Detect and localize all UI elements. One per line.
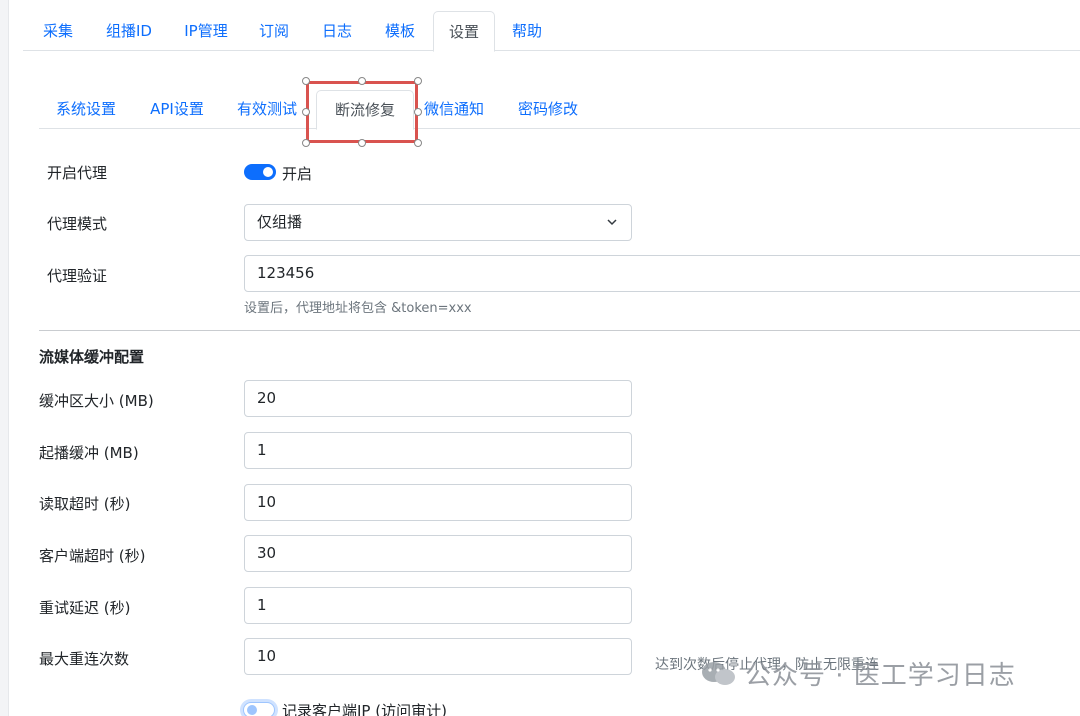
tab-password-change[interactable]: 密码修改 [515, 90, 581, 129]
max-retry-input[interactable]: 10 [244, 638, 632, 675]
start-buffer-label: 起播缓冲 (MB) [39, 444, 139, 462]
proxy-enable-state: 开启 [282, 165, 313, 183]
buffer-size-input[interactable]: 20 [244, 380, 632, 417]
tab-api-settings[interactable]: API设置 [147, 90, 207, 129]
proxy-mode-label: 代理模式 [47, 215, 108, 233]
audit-label: 记录客户端IP (访问审计) [282, 702, 447, 716]
settings-page: 采集 组播ID IP管理 订阅 日志 模板 设置 帮助 系统设置 API设置 有… [8, 0, 1080, 716]
tab-help[interactable]: 帮助 [510, 11, 544, 51]
tab-log[interactable]: 日志 [320, 11, 354, 51]
tab-settings[interactable]: 设置 [433, 11, 495, 52]
buffer-section-title: 流媒体缓冲配置 [39, 348, 145, 366]
client-timeout-label: 客户端超时 (秒) [39, 547, 146, 565]
proxy-auth-label: 代理验证 [47, 267, 108, 285]
resize-handle[interactable] [302, 108, 310, 116]
buffer-size-label: 缓冲区大小 (MB) [39, 392, 154, 410]
proxy-auth-input[interactable]: 123456 [244, 255, 1080, 292]
tab-validity-test[interactable]: 有效测试 [235, 90, 299, 129]
proxy-mode-select[interactable]: 仅组播 [244, 204, 632, 241]
resize-handle[interactable] [302, 139, 310, 147]
resize-handle[interactable] [358, 139, 366, 147]
client-timeout-input[interactable]: 30 [244, 535, 632, 572]
wechat-icon [702, 661, 735, 685]
proxy-mode-value: 仅组播 [257, 213, 303, 231]
tab-subscribe[interactable]: 订阅 [257, 11, 291, 51]
tab-multicast-id[interactable]: 组播ID [103, 11, 155, 51]
start-buffer-input[interactable]: 1 [244, 432, 632, 469]
toggle-knob [247, 705, 257, 715]
retry-delay-input[interactable]: 1 [244, 587, 632, 624]
section-divider [39, 330, 1080, 331]
proxy-auth-hint: 设置后，代理地址将包含 &token=xxx [244, 301, 472, 316]
tab-template[interactable]: 模板 [383, 11, 417, 51]
tab-collect[interactable]: 采集 [39, 11, 77, 51]
watermark: 公众号 · 医工学习日志 [701, 655, 1016, 692]
audit-toggle[interactable] [243, 702, 275, 716]
retry-delay-label: 重试延迟 (秒) [39, 599, 131, 617]
tab-system-settings[interactable]: 系统设置 [53, 90, 119, 129]
proxy-enable-toggle[interactable] [244, 164, 276, 180]
max-retry-label: 最大重连次数 [39, 650, 130, 668]
tab-stream-repair[interactable]: 断流修复 [316, 90, 414, 130]
resize-handle[interactable] [414, 139, 422, 147]
tab-ip-management[interactable]: IP管理 [181, 11, 231, 51]
resize-handle[interactable] [358, 77, 366, 85]
tab-wechat-notify[interactable]: 微信通知 [421, 90, 487, 129]
toggle-knob [263, 167, 273, 177]
resize-handle[interactable] [414, 108, 422, 116]
main-tab-bar: 采集 组播ID IP管理 订阅 日志 模板 设置 帮助 [23, 11, 1080, 52]
resize-handle[interactable] [414, 77, 422, 85]
resize-handle[interactable] [302, 77, 310, 85]
chevron-down-icon [607, 219, 617, 226]
settings-sub-tab-bar: 系统设置 API设置 有效测试 断流修复 微信通知 密码修改 [39, 90, 1080, 130]
proxy-enable-label: 开启代理 [47, 164, 108, 182]
read-timeout-label: 读取超时 (秒) [39, 495, 131, 513]
watermark-text: 公众号 · 医工学习日志 [745, 661, 1016, 691]
read-timeout-input[interactable]: 10 [244, 484, 632, 521]
